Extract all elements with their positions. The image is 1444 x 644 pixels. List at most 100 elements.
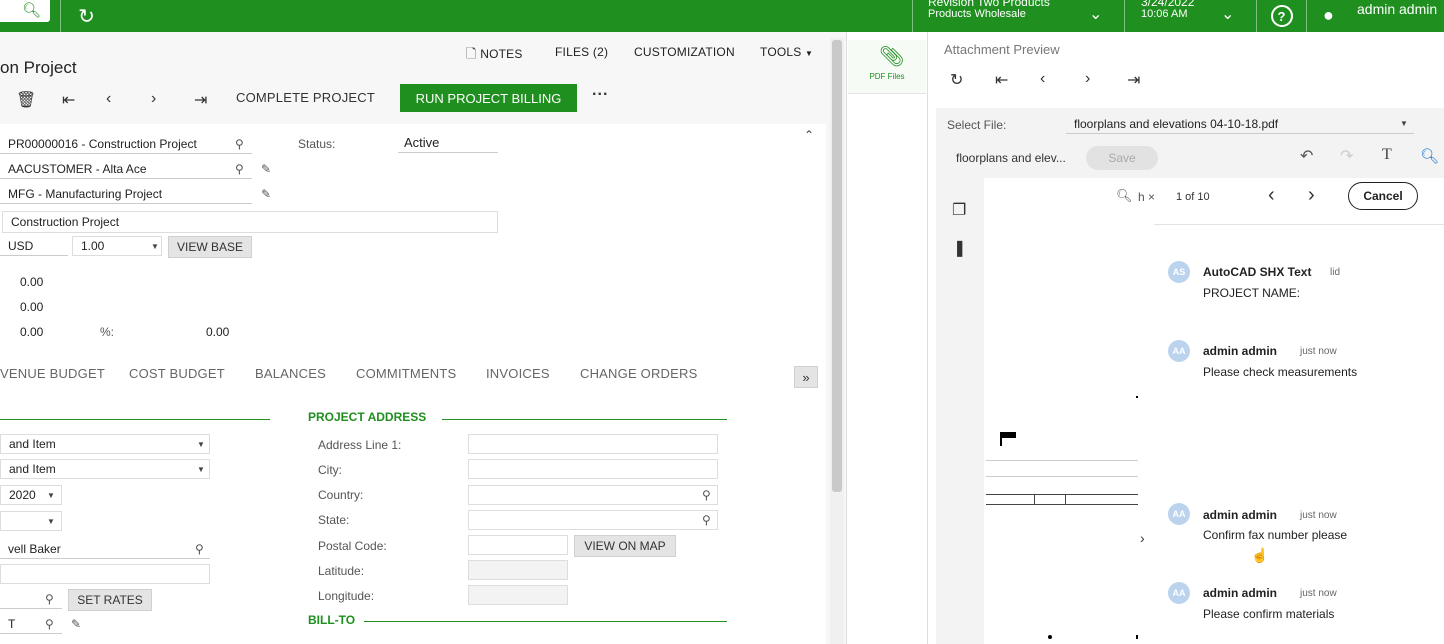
tools-button[interactable]: TOOLS ▼ xyxy=(760,45,813,59)
description-field[interactable]: Construction Project xyxy=(2,211,498,233)
tab-change-orders[interactable]: CHANGE ORDERS xyxy=(580,366,697,381)
clear-search-icon[interactable]: × xyxy=(1148,190,1155,204)
delete-icon[interactable]: 🗑︎ xyxy=(16,90,36,110)
text-tool-icon[interactable]: T xyxy=(1382,146,1392,164)
lookup-icon[interactable]: ⚲ xyxy=(45,617,54,631)
status-field[interactable]: Active xyxy=(398,133,498,153)
caret-down-icon: ▼ xyxy=(197,440,205,449)
user-menu[interactable]: ● admin admin xyxy=(1306,0,1444,32)
pages-icon[interactable]: ❐ xyxy=(952,200,966,220)
customer-field[interactable]: AACUSTOMER - Alta Ace xyxy=(0,159,252,179)
comment-author: AutoCAD SHX Text xyxy=(1203,265,1312,279)
collapse-icon[interactable]: ⌃ xyxy=(804,128,814,142)
rate-field[interactable]: 1.00 ▼ xyxy=(72,236,162,256)
city-label: City: xyxy=(318,463,342,477)
view-on-map-button[interactable]: VIEW ON MAP xyxy=(574,535,676,557)
longitude-input[interactable] xyxy=(468,585,568,605)
tabs-overflow-button[interactable]: » xyxy=(794,366,818,388)
comment-text: Confirm fax number please xyxy=(1203,528,1348,542)
country-input[interactable] xyxy=(468,485,718,505)
business-date: 3/24/2022 xyxy=(1141,0,1195,9)
redo-icon[interactable]: ↷ xyxy=(1340,146,1353,166)
manager-field[interactable]: vell Baker xyxy=(0,539,210,559)
previous-result-icon[interactable]: ‹ xyxy=(1268,184,1275,207)
tab-revenue-budget[interactable]: VENUE BUDGET xyxy=(0,366,105,381)
scrollbar-thumb[interactable] xyxy=(832,40,842,492)
search-icon[interactable]: 🔍︎ xyxy=(1420,147,1439,165)
project-id-field[interactable]: PR00000016 - Construction Project xyxy=(0,134,252,154)
date-selector[interactable]: 3/24/2022 10:06 AM ⌄ xyxy=(1124,0,1256,32)
postal-code-input[interactable] xyxy=(468,535,568,555)
bill-to-heading: BILL-TO xyxy=(308,613,356,627)
edit-icon[interactable]: ✎ xyxy=(71,617,81,631)
lookup-icon[interactable]: ⚲ xyxy=(235,162,244,176)
year-field[interactable]: 2020 ▼ xyxy=(0,485,62,505)
rate-value: 1.00 xyxy=(81,239,105,253)
dropdown-field[interactable]: and Item ▼ xyxy=(0,434,210,454)
lookup-icon[interactable]: ⚲ xyxy=(702,513,711,527)
state-input[interactable] xyxy=(468,510,718,530)
save-button[interactable]: Save xyxy=(1086,146,1158,170)
cancel-button[interactable]: Cancel xyxy=(1348,182,1418,210)
run-project-billing-button[interactable]: RUN PROJECT BILLING xyxy=(400,84,577,112)
history-button[interactable]: ↻ xyxy=(60,0,112,32)
select-file-dropdown[interactable]: floorplans and elevations 04-10-18.pdf ▼ xyxy=(1066,114,1414,134)
pdf-search-input[interactable]: h xyxy=(1138,190,1145,204)
company-selector[interactable]: Revision Two Products Products Wholesale… xyxy=(912,0,1124,32)
company-name: Revision Two Products xyxy=(928,0,1050,9)
dropdown-field[interactable]: and Item ▼ xyxy=(0,459,210,479)
template-field[interactable]: MFG - Manufacturing Project xyxy=(0,184,252,204)
undo-icon[interactable]: ↶ xyxy=(1300,146,1313,166)
tab-commitments[interactable]: COMMITMENTS xyxy=(356,366,456,381)
amount-value: 0.00 xyxy=(20,275,44,289)
next-record-icon[interactable]: › xyxy=(151,90,156,108)
user-name: admin admin xyxy=(1357,1,1438,17)
edit-icon[interactable]: ✎ xyxy=(261,187,271,201)
help-button[interactable]: ? xyxy=(1256,0,1306,32)
drawing-dot xyxy=(1048,635,1052,639)
lookup-icon[interactable]: ⚲ xyxy=(195,542,204,556)
lookup-icon[interactable]: ⚲ xyxy=(702,488,711,502)
next-page-icon[interactable]: › xyxy=(1085,70,1090,88)
last-page-icon[interactable]: ⇥ xyxy=(1127,70,1140,90)
lookup-icon[interactable]: ⚲ xyxy=(235,137,244,151)
customization-button[interactable]: CUSTOMIZATION xyxy=(634,45,735,59)
dropdown-field[interactable]: ▼ xyxy=(0,511,62,531)
description-value: Construction Project xyxy=(11,215,120,229)
drawing-dot xyxy=(1136,635,1138,639)
page-title: on Project xyxy=(0,58,77,77)
lookup-icon[interactable]: ⚲ xyxy=(45,592,54,606)
bookmark-icon[interactable]: ❚ xyxy=(953,238,966,258)
divider xyxy=(1154,224,1444,225)
country-label: Country: xyxy=(318,488,364,502)
tab-invoices[interactable]: INVOICES xyxy=(486,366,550,381)
text-field[interactable] xyxy=(0,564,210,584)
first-record-icon[interactable]: ⇤ xyxy=(62,90,75,110)
edit-icon[interactable]: ✎ xyxy=(261,162,271,176)
more-actions-button[interactable]: ··· xyxy=(592,86,609,104)
drawing-line xyxy=(986,476,1138,477)
currency-field[interactable]: USD xyxy=(0,236,68,256)
user-icon: ● xyxy=(1323,5,1334,25)
expand-comments-icon[interactable]: › xyxy=(1140,530,1145,546)
city-input[interactable] xyxy=(468,459,718,479)
pdf-files-tab[interactable]: 📎︎ PDF Files xyxy=(848,40,926,94)
view-base-button[interactable]: VIEW BASE xyxy=(168,236,252,258)
complete-project-button[interactable]: COMPLETE PROJECT xyxy=(236,90,375,105)
files-button[interactable]: FILES (2) xyxy=(555,45,608,59)
set-rates-button[interactable]: SET RATES xyxy=(68,589,152,611)
caret-down-icon: ▼ xyxy=(47,491,55,500)
tab-balances[interactable]: BALANCES xyxy=(255,366,326,381)
last-record-icon[interactable]: ⇥ xyxy=(194,90,207,110)
previous-record-icon[interactable]: ‹ xyxy=(106,90,111,108)
latitude-input[interactable] xyxy=(468,560,568,580)
next-result-icon[interactable]: › xyxy=(1308,184,1315,207)
search-box[interactable]: 🔍︎ xyxy=(0,0,50,22)
previous-page-icon[interactable]: ‹ xyxy=(1040,70,1045,88)
refresh-icon[interactable]: ↻ xyxy=(950,70,963,90)
first-page-icon[interactable]: ⇤ xyxy=(995,70,1008,90)
address-line1-input[interactable] xyxy=(468,434,718,454)
notes-button[interactable]: 🗋 NOTES xyxy=(466,45,523,67)
caret-down-icon: ▼ xyxy=(47,517,55,526)
tab-cost-budget[interactable]: COST BUDGET xyxy=(129,366,225,381)
